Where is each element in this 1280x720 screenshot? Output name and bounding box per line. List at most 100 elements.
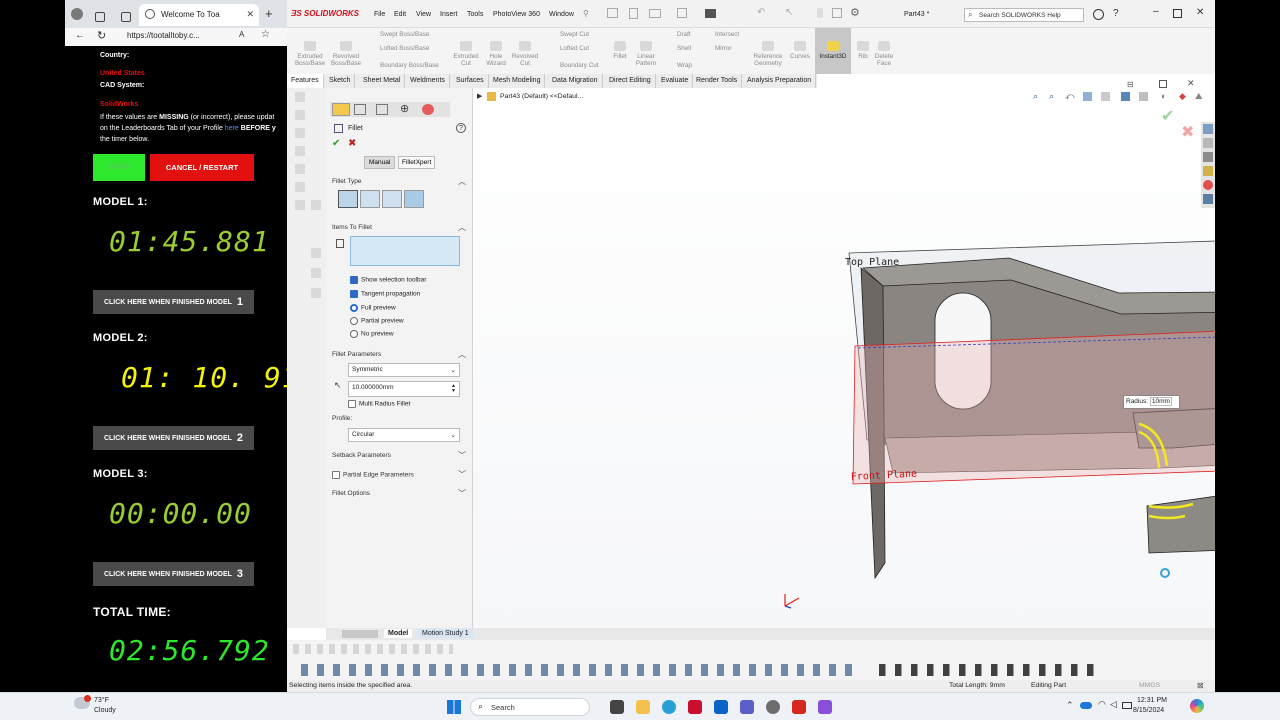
curves-button[interactable]: Curves [787, 28, 813, 74]
boundary-cut-button[interactable]: Boundary Cut [547, 62, 599, 69]
rib-button[interactable]: Rib [853, 28, 873, 74]
rebuild-icon[interactable] [817, 8, 823, 18]
profile-here-link[interactable]: here [225, 125, 239, 132]
tab-data-migration[interactable]: Data Migration [548, 74, 603, 88]
revolved-boss-button[interactable]: Revolved Boss/Base [329, 28, 363, 74]
tab-model[interactable]: Model [384, 629, 413, 638]
refresh-icon[interactable]: ↻ [97, 29, 106, 42]
finish-model-1-button[interactable]: CLICK HERE WHEN FINISHED MODEL 1 [93, 290, 254, 314]
collapse-icon[interactable]: ︿ [458, 349, 466, 360]
manual-tab[interactable]: Manual [364, 156, 396, 169]
file-properties-icon[interactable] [832, 8, 842, 18]
user-account-icon[interactable] [1093, 9, 1104, 20]
delete-face-button[interactable]: Delete Face [873, 28, 895, 74]
sketch-tool-icon[interactable] [311, 200, 321, 210]
clock-date[interactable]: 8/15/2024 [1133, 707, 1164, 714]
spin-arrows-icon[interactable]: ▲ ▼ [451, 384, 456, 394]
shell-button[interactable]: Shell [665, 45, 691, 52]
clock-time[interactable]: 12:31 PM [1137, 697, 1167, 704]
sketch-tool-icon[interactable] [295, 128, 305, 138]
start-menu-icon[interactable] [447, 700, 461, 714]
option-show-selection-toolbar[interactable]: Show selection toolbar [350, 276, 426, 284]
maximize-icon[interactable] [1173, 9, 1182, 18]
status-customize-icon[interactable]: ⊠ [1197, 681, 1204, 690]
menu-insert[interactable]: Insert [440, 11, 458, 18]
boundary-boss-button[interactable]: Boundary Boss/Base [367, 62, 439, 69]
tab-surfaces[interactable]: Surfaces [452, 74, 489, 88]
minimize-icon[interactable]: – [1153, 6, 1159, 17]
home-icon[interactable] [607, 8, 618, 18]
expand-icon[interactable]: ﹀ [458, 488, 466, 499]
tray-chevron-icon[interactable]: ⌃ [1066, 700, 1074, 711]
tab-sheet-metal[interactable]: Sheet Metal [359, 74, 406, 88]
tab-motion-study[interactable]: Motion Study 1 [418, 629, 473, 638]
hole-wizard-button[interactable]: Hole Wizard [483, 28, 509, 74]
snipping-icon[interactable] [818, 700, 832, 714]
extruded-boss-button[interactable]: Extruded Boss/Base [291, 28, 329, 74]
profile-dropdown[interactable]: Circular ⌄ [348, 428, 460, 442]
taskbar-search[interactable]: ⌕ Search [470, 698, 590, 716]
new-doc-icon[interactable] [629, 8, 638, 19]
solidworks-taskbar-icon[interactable] [688, 700, 702, 714]
expand-icon[interactable]: ﹀ [458, 469, 466, 480]
sketch-tool-icon[interactable] [295, 146, 305, 156]
variable-fillet-icon[interactable] [360, 190, 380, 208]
menu-photoview[interactable]: PhotoView 360 [493, 11, 540, 18]
reference-geometry-button[interactable]: Reference Geometry [751, 28, 785, 74]
linear-pattern-button[interactable]: Linear Pattern [631, 28, 661, 74]
tab-features[interactable]: Features [287, 74, 324, 88]
open-icon[interactable] [649, 9, 661, 18]
sketch-tool-icon[interactable] [311, 288, 321, 298]
tab-mesh-modeling[interactable]: Mesh Modeling [489, 74, 546, 88]
wrap-button[interactable]: Wrap [665, 62, 692, 69]
option-multi-radius[interactable]: Multi Radius Fillet [348, 400, 410, 408]
tab-evaluate[interactable]: Evaluate [657, 74, 694, 88]
symmetric-dropdown[interactable]: Symmetric ⌄ [348, 363, 460, 377]
sketch-tool-icon[interactable] [295, 200, 305, 210]
finish-model-3-button[interactable]: CLICK HERE WHEN FINISHED MODEL 3 [93, 562, 254, 586]
teams-icon[interactable] [740, 700, 754, 714]
section-fillet-type[interactable]: Fillet Type [332, 178, 362, 185]
ok-check-icon[interactable]: ✔ [332, 138, 340, 149]
option-no-preview[interactable]: No preview [350, 330, 394, 338]
filletxpert-tab[interactable]: FilletXpert [398, 156, 436, 169]
favorite-star-icon[interactable]: ☆ [261, 29, 270, 40]
edge-icon[interactable] [662, 700, 676, 714]
back-icon[interactable]: ← [75, 30, 85, 41]
items-selection-box[interactable] [350, 236, 460, 266]
radius-callout[interactable]: Radius: 10mm [1123, 395, 1180, 409]
feature-tree-tab-icon[interactable] [332, 103, 350, 116]
profile-icon[interactable] [71, 8, 83, 20]
revolved-cut-button[interactable]: Revolved Cut [509, 28, 541, 74]
browser-tab-active[interactable]: Welcome To Toa ✕ [139, 4, 259, 26]
expand-icon[interactable]: ﹀ [458, 450, 466, 461]
options-gear-icon[interactable]: ⚙ [850, 6, 860, 19]
menu-edit[interactable]: Edit [394, 11, 406, 18]
sketch-tool-icon[interactable] [295, 92, 305, 102]
sketch-tool-icon[interactable] [311, 268, 321, 278]
menu-view[interactable]: View [416, 11, 431, 18]
swept-cut-button[interactable]: Swept Cut [547, 31, 589, 38]
lofted-cut-button[interactable]: Lofted Cut [547, 45, 589, 52]
print-icon[interactable] [705, 9, 716, 18]
dimxpert-tab-icon[interactable]: ⊕ [400, 102, 409, 115]
workspaces-icon[interactable] [95, 9, 105, 27]
url-field[interactable]: https://tootalltoby.c... [127, 31, 200, 40]
option-partial-preview[interactable]: Partial preview [350, 317, 404, 325]
instant3d-button[interactable]: Instant3D [815, 28, 851, 74]
sketch-tool-icon[interactable] [295, 110, 305, 120]
display-manager-tab-icon[interactable] [422, 104, 434, 115]
model-view[interactable]: Top Plane Front Plane [473, 88, 1215, 628]
constant-fillet-icon[interactable] [338, 190, 358, 208]
sketch-tool-icon[interactable] [311, 248, 321, 258]
radius-input[interactable]: 10.000000mm ▲ ▼ [348, 381, 460, 397]
help-icon[interactable]: ? [1113, 8, 1119, 19]
volume-icon[interactable]: ◁ [1110, 699, 1117, 710]
fillet-button[interactable]: Fillet [609, 28, 631, 74]
acrobat-icon[interactable] [792, 700, 806, 714]
tab-actions-icon[interactable] [121, 9, 131, 27]
sketch-tool-icon[interactable] [295, 182, 305, 192]
weather-temp[interactable]: 73°F [94, 697, 109, 704]
swept-boss-button[interactable]: Swept Boss/Base [367, 31, 429, 38]
configuration-tab-icon[interactable] [376, 104, 388, 115]
